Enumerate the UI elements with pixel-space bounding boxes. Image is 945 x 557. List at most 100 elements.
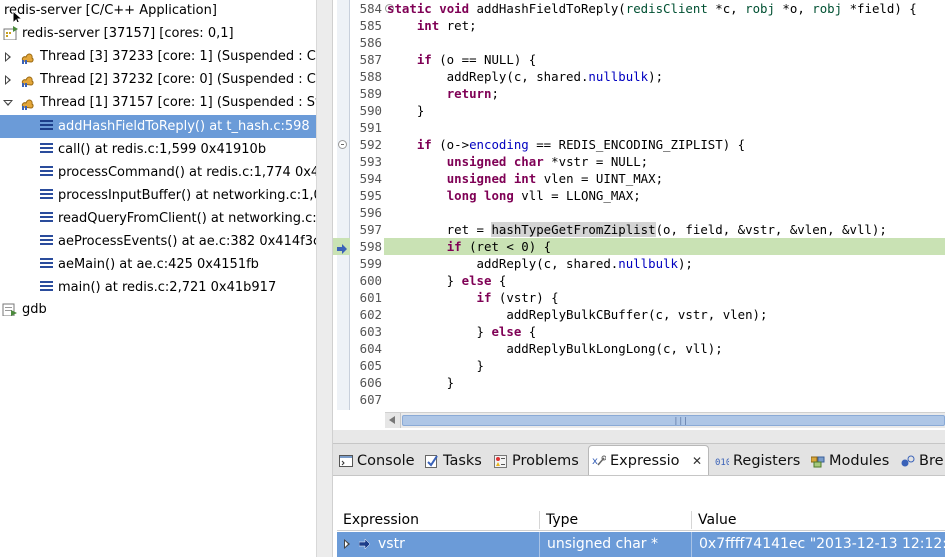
code-text: } xyxy=(387,103,425,118)
code-line[interactable]: 602 addReplyBulkCBuffer(c, vstr, vlen); xyxy=(333,306,945,323)
stack-frame-icon xyxy=(40,120,53,131)
horizontal-scrollbar[interactable]: ||| xyxy=(385,412,945,428)
line-number: 606 xyxy=(350,374,384,391)
scroll-left-arrow-icon[interactable] xyxy=(385,413,401,428)
code-line[interactable]: 596 xyxy=(333,204,945,221)
code-editor[interactable]: 584 static void addHashFieldToReply(redis… xyxy=(333,0,945,430)
code-line[interactable]: 588 addReply(c, shared.nullbulk); xyxy=(333,68,945,85)
code-text: } else { xyxy=(387,324,537,339)
code-text: addReply(c, shared.nullbulk); xyxy=(387,69,664,84)
code-line[interactable]: 597 ret = hashTypeGetFromZiplist(o, fiel… xyxy=(333,221,945,238)
launch-item[interactable]: redis-server [C/C++ Application] xyxy=(0,0,316,22)
code-line[interactable]: 600 } else { xyxy=(333,272,945,289)
expand-arrow-icon[interactable] xyxy=(341,533,353,555)
stack-frame-item[interactable]: readQueryFromClient() at networking.c: xyxy=(0,207,316,230)
thread-item-1[interactable]: Thread [1] 37157 [core: 1] (Suspended : … xyxy=(0,92,316,114)
line-number: 601 xyxy=(350,289,384,306)
line-number: 587 xyxy=(350,51,384,68)
line-number: 594 xyxy=(350,170,384,187)
code-line[interactable]: 586 xyxy=(333,34,945,51)
tab-breakpoints[interactable]: Bre xyxy=(901,447,945,475)
stack-frame-item[interactable]: addHashFieldToReply() at t_hash.c:598 xyxy=(0,115,316,138)
thread-label: Thread [1] 37157 [core: 1] (Suspended : … xyxy=(40,95,316,110)
line-number: 588 xyxy=(350,68,384,85)
launch-label: redis-server [C/C++ Application] xyxy=(4,3,217,18)
stack-frame-icon xyxy=(40,235,53,246)
stack-frame-label: aeProcessEvents() at ae.c:382 0x414f3c xyxy=(58,234,316,249)
expressions-table-header: Expression Type Value xyxy=(337,509,945,531)
tab-modules[interactable]: Modules xyxy=(811,447,899,475)
thread-item-3[interactable]: Thread [3] 37233 [core: 1] (Suspended : … xyxy=(0,46,316,68)
stack-frame-item[interactable]: aeProcessEvents() at ae.c:382 0x414f3c xyxy=(0,230,316,253)
annotation-marker-icon[interactable] xyxy=(338,140,347,149)
code-line[interactable]: 590 } xyxy=(333,102,945,119)
stack-frame-item[interactable]: call() at redis.c:1,599 0x41910b xyxy=(0,138,316,161)
stack-frame-item[interactable]: processInputBuffer() at networking.c:1,0 xyxy=(0,184,316,207)
code-line[interactable]: 599 addReply(c, shared.nullbulk); xyxy=(333,255,945,272)
code-line[interactable]: 607 xyxy=(333,391,945,408)
code-line[interactable]: 584 static void addHashFieldToReply(redis… xyxy=(333,0,945,17)
code-text: if (o->encoding == REDIS_ENCODING_ZIPLIS… xyxy=(416,137,746,152)
code-line[interactable]: 598 if (ret < 0) { xyxy=(333,238,945,255)
collapse-arrow-icon[interactable] xyxy=(2,92,14,114)
line-number: 589 xyxy=(350,85,384,102)
tab-tasks[interactable]: Tasks xyxy=(425,447,487,475)
scrollbar-thumb[interactable]: ||| xyxy=(402,415,945,426)
line-number: 597 xyxy=(350,221,384,238)
expression-row[interactable]: vstr unsigned char * 0x7ffff74141ec "201… xyxy=(337,532,945,557)
column-header-expression[interactable]: Expression xyxy=(337,509,419,531)
panel-separator xyxy=(333,430,945,443)
code-line[interactable]: 587 if (o == NULL) { xyxy=(333,51,945,68)
cell-separator xyxy=(539,532,540,557)
expand-arrow-icon[interactable] xyxy=(2,46,14,68)
code-line[interactable]: 605 } xyxy=(333,357,945,374)
thread-item-2[interactable]: Thread [2] 37232 [core: 0] (Suspended : … xyxy=(0,69,316,91)
code-line[interactable]: 601 if (vstr) { xyxy=(333,289,945,306)
gdb-label: gdb xyxy=(22,302,47,317)
process-item[interactable]: redis-server [37157] [cores: 0,1] xyxy=(0,23,316,45)
tab-problems[interactable]: Problems xyxy=(494,447,582,475)
code-line[interactable]: 604 addReplyBulkLongLong(c, vll); xyxy=(333,340,945,357)
stack-frame-item[interactable]: processCommand() at redis.c:1,774 0x4 xyxy=(0,161,316,184)
code-line[interactable]: 589 return; xyxy=(333,85,945,102)
column-header-value[interactable]: Value xyxy=(692,509,736,531)
stack-frame-icon xyxy=(40,212,53,223)
code-line[interactable]: 592 if (o->encoding == REDIS_ENCODING_ZI… xyxy=(333,136,945,153)
tab-registers[interactable]: 010 Registers xyxy=(715,447,805,475)
problems-icon xyxy=(494,455,507,468)
line-number: 595 xyxy=(350,187,384,204)
line-number: 602 xyxy=(350,306,384,323)
gdb-item[interactable]: gdb xyxy=(0,299,316,321)
code-line[interactable]: 603 } else { xyxy=(333,323,945,340)
line-number: 584 xyxy=(350,0,384,17)
svg-text:010: 010 xyxy=(715,458,729,468)
gdb-process-icon xyxy=(2,303,17,316)
code-text: addReply(c, shared.nullbulk); xyxy=(387,256,693,271)
code-line[interactable]: 593 unsigned char *vstr = NULL; xyxy=(333,153,945,170)
code-line[interactable]: 595 long long vll = LLONG_MAX; xyxy=(333,187,945,204)
mouse-cursor-icon xyxy=(12,10,24,22)
stack-frame-icon xyxy=(40,281,53,292)
line-number: 596 xyxy=(350,204,384,221)
code-line[interactable]: 606 } xyxy=(333,374,945,391)
stack-frame-label: addHashFieldToReply() at t_hash.c:598 xyxy=(58,119,310,134)
view-sash[interactable] xyxy=(316,0,333,557)
close-tab-icon[interactable]: ✕ xyxy=(692,446,702,476)
column-header-type[interactable]: Type xyxy=(540,509,578,531)
code-line[interactable]: 594 unsigned int vlen = UINT_MAX; xyxy=(333,170,945,187)
line-number: 591 xyxy=(350,119,384,136)
breakpoints-icon xyxy=(901,455,915,467)
code-line[interactable]: 585 int ret; xyxy=(333,17,945,34)
code-text: if (o == NULL) { xyxy=(416,52,537,67)
expand-arrow-icon[interactable] xyxy=(2,69,14,91)
code-line[interactable]: 591 xyxy=(333,119,945,136)
code-text: static void addHashFieldToReply(redisCli… xyxy=(387,1,917,16)
tab-expressions[interactable]: x Expressio ✕ xyxy=(588,445,709,475)
stack-frame-label: call() at redis.c:1,599 0x41910b xyxy=(58,142,267,157)
stack-frame-label: main() at redis.c:2,721 0x41b917 xyxy=(58,280,277,295)
tab-console[interactable]: Console xyxy=(339,447,423,475)
thread-label: Thread [3] 37233 [core: 1] (Suspended : … xyxy=(40,49,316,64)
stack-frame-item[interactable]: aeMain() at ae.c:425 0x4151fb xyxy=(0,253,316,276)
code-text: unsigned char *vstr = NULL; xyxy=(446,154,649,169)
stack-frame-item[interactable]: main() at redis.c:2,721 0x41b917 xyxy=(0,276,316,299)
